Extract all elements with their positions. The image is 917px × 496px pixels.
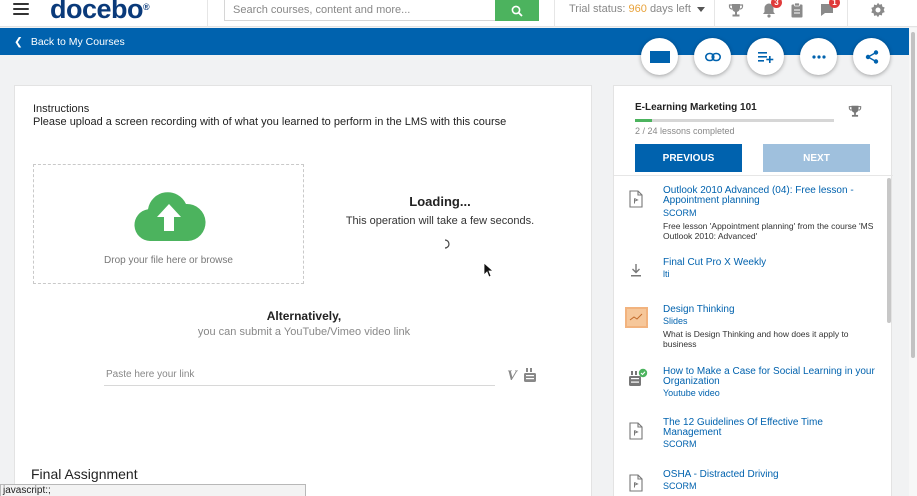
menu-icon[interactable] (13, 3, 29, 17)
lesson-type: SCORM (663, 481, 697, 491)
chevron-left-icon: ❮ (14, 36, 23, 48)
course-panel: E-Learning Marketing 101 2 / 24 lessons … (613, 85, 893, 496)
trophy-icon[interactable] (728, 2, 744, 18)
lesson-type: SCORM (663, 208, 697, 218)
final-assignment-heading: Final Assignment (31, 466, 138, 482)
lesson-item[interactable]: Final Cut Pro X Weekly lti (614, 258, 886, 288)
download-icon (631, 264, 641, 277)
alternative-title: Alternatively, (266, 309, 342, 323)
browser-status-tooltip: javascript:; (0, 484, 306, 496)
more-dots-icon (811, 54, 826, 59)
lesson-title: Design Thinking (663, 304, 735, 315)
scorm-file-icon (629, 190, 643, 208)
scorm-file-icon (629, 422, 643, 440)
progress-fill (635, 119, 652, 122)
lesson-description: What is Design Thinking and how does it … (663, 329, 849, 349)
messages-badge: 1 (829, 0, 840, 8)
alternative-subtitle: you can submit a YouTube/Vimeo video lin… (197, 326, 411, 338)
search-icon (511, 5, 523, 17)
header-divider (207, 0, 208, 27)
lesson-title: Final Cut Pro X Weekly (663, 257, 767, 268)
messages-icon[interactable]: 1 (819, 0, 840, 18)
next-button[interactable]: NEXT (763, 144, 870, 172)
docebo-logo[interactable]: docebo® (50, 0, 150, 25)
lesson-type: lti (663, 269, 670, 279)
share-button[interactable] (853, 38, 890, 75)
trial-label: Trial status: (569, 3, 626, 15)
logo-trademark: ® (143, 2, 150, 12)
lesson-item[interactable]: Design Thinking Slides What is Design Th… (614, 305, 886, 353)
back-label: Back to My Courses (30, 36, 125, 48)
scorm-file-icon (629, 474, 643, 492)
video-link-input[interactable] (104, 364, 495, 386)
lesson-item[interactable]: How to Make a Case for Social Learning i… (614, 367, 886, 407)
drop-text: Drop your file here or browse (104, 255, 233, 266)
link-icon (704, 52, 721, 61)
trophy-icon (848, 105, 862, 117)
scrollbar-thumb[interactable] (887, 178, 891, 323)
previous-button[interactable]: PREVIOUS (635, 144, 742, 172)
gear-icon[interactable] (870, 2, 886, 18)
loading-subtitle: This operation will take a few seconds. (345, 215, 535, 227)
share-icon (865, 49, 878, 64)
top-header: docebo® Trial status: 960 days left 3 1 (0, 0, 917, 27)
screen-icon (649, 50, 670, 63)
instructions-text: Please upload a screen recording with of… (33, 116, 507, 128)
fullscreen-button[interactable] (641, 38, 678, 75)
trial-days: 960 (628, 3, 647, 15)
slides-thumbnail (625, 307, 648, 328)
lesson-list: Outlook 2010 Advanced (04): Free lesson … (614, 176, 886, 496)
lesson-item[interactable]: Outlook 2010 Advanced (04): Free lesson … (614, 186, 886, 244)
clipboard-icon[interactable] (789, 2, 805, 18)
lesson-item[interactable]: The 12 Guidelines Of Effective Time Mana… (614, 418, 886, 458)
header-divider (714, 0, 715, 27)
notifications-badge: 3 (771, 0, 782, 8)
lesson-type: Youtube video (663, 388, 720, 398)
lesson-type: SCORM (663, 439, 697, 449)
header-divider (847, 0, 848, 27)
instructions-title: Instructions (33, 103, 90, 115)
lesson-list-scrollbar[interactable] (886, 176, 893, 496)
course-title: E-Learning Marketing 101 (635, 102, 757, 113)
more-options-button[interactable] (800, 38, 837, 75)
youtube-icon (524, 368, 536, 382)
trial-status[interactable]: Trial status: 960 days left (569, 3, 705, 15)
lesson-title: How to Make a Case for Social Learning i… (663, 366, 875, 387)
loading-spinner-icon (444, 239, 450, 249)
chevron-down-icon (696, 6, 705, 12)
search-input[interactable] (224, 0, 496, 21)
header-divider (554, 0, 555, 27)
lesson-title: The 12 Guidelines Of Effective Time Mana… (663, 417, 823, 438)
search-button[interactable] (495, 0, 539, 21)
playlist-add-icon (757, 51, 773, 63)
page-scrollbar[interactable] (909, 28, 917, 496)
mouse-cursor-icon (483, 262, 494, 278)
file-dropzone[interactable]: Drop your file here or browse (33, 164, 304, 284)
copy-link-button[interactable] (694, 38, 731, 75)
youtube-icon (629, 368, 648, 386)
lesson-description: Free lesson 'Appointment planning' from … (663, 221, 874, 241)
cloud-upload-icon (134, 192, 206, 241)
lesson-item[interactable]: OSHA - Distracted Driving SCORM (614, 470, 886, 496)
vimeo-icon: V (507, 368, 518, 384)
add-to-playlist-button[interactable] (747, 38, 784, 75)
assignment-card: Instructions Please upload a screen reco… (14, 85, 592, 496)
progress-text: 2 / 24 lessons completed (635, 126, 735, 136)
trial-suffix: days left (649, 3, 691, 15)
lesson-type: Slides (663, 316, 688, 326)
lesson-title: OSHA - Distracted Driving (663, 469, 779, 480)
loading-title: Loading... (409, 194, 471, 209)
back-to-courses-link[interactable]: ❮ Back to My Courses (14, 36, 125, 48)
course-progress-bar (635, 119, 834, 122)
page-scrollbar-thumb[interactable] (911, 32, 915, 358)
notifications-bell-icon[interactable]: 3 (761, 0, 782, 18)
logo-text: docebo (50, 0, 144, 24)
lesson-title: Outlook 2010 Advanced (04): Free lesson … (663, 185, 854, 206)
